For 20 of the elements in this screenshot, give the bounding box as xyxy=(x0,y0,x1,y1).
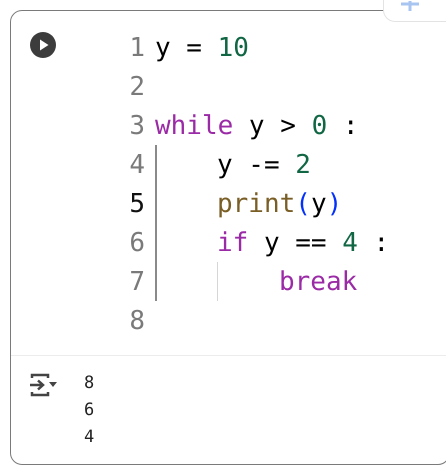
code-line: y = 10 xyxy=(155,32,249,62)
line-number: 4 xyxy=(128,150,146,180)
line-number: 2 xyxy=(128,72,146,102)
code-line: y -= 2 xyxy=(217,150,311,180)
code-line: print(y) xyxy=(217,188,342,218)
code-line: while y > 0 : xyxy=(155,110,359,140)
output-text: 8 xyxy=(84,372,94,395)
line-number: 7 xyxy=(128,266,146,296)
output-text: 4 xyxy=(84,426,94,449)
plus-icon xyxy=(401,1,419,11)
line-number: 1 xyxy=(128,32,146,62)
line-number: 8 xyxy=(128,306,146,336)
output-toggle-icon[interactable] xyxy=(28,372,58,398)
run-button[interactable] xyxy=(30,32,56,58)
line-number: 3 xyxy=(128,110,146,140)
code-line: break xyxy=(279,266,358,296)
line-number: 5 xyxy=(128,188,146,218)
output-text: 6 xyxy=(84,399,94,422)
code-line: if y == 4 : xyxy=(217,228,390,258)
line-number: 6 xyxy=(128,228,146,258)
